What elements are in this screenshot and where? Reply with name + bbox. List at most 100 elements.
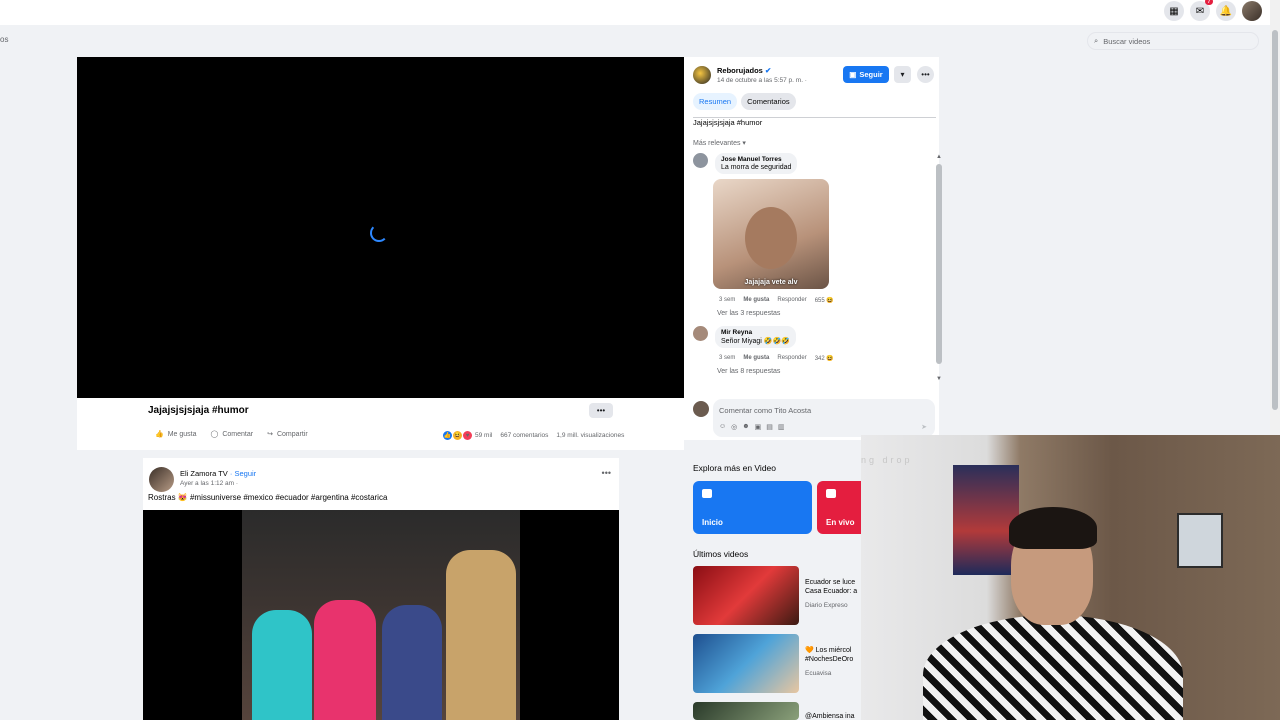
commenter-avatar[interactable] [693,326,708,341]
comment-input[interactable]: Comentar como Tito Acosta ☺ ◎ ☻ ▣ ▤ ▥ ➤ [713,399,935,437]
comments-scrollbar[interactable]: ▲ ▼ [936,154,942,386]
comment-reply-link[interactable]: Responder [777,297,806,304]
author-name[interactable]: Eli Zamora TV [180,469,228,478]
comment-time: 3 sem [719,297,736,303]
post-more-button[interactable]: ••• [589,403,613,418]
video-thumbnail [693,566,799,625]
scroll-down-icon[interactable]: ▼ [936,376,942,382]
gif-icon[interactable]: ▤ [766,423,773,431]
comment-time: 3 sem [719,355,736,361]
comment-reply-link[interactable]: Responder [777,355,806,362]
haha-reaction-icon: 😆 [453,431,462,440]
follow-button[interactable]: ▣ Seguir [843,66,889,83]
video-thumbnail [693,634,799,693]
search-input[interactable]: ⌕ Buscar videos [1087,32,1259,50]
more-icon[interactable]: ••• [602,468,611,478]
comment-placeholder: Comentar como Tito Acosta [719,406,812,415]
camera-icon[interactable]: ▣ [755,423,762,431]
sticker-icon[interactable]: ☺ [719,423,726,431]
composer-tools: ☺ ◎ ☻ ▣ ▤ ▥ [719,423,785,431]
commenter-avatar[interactable] [693,153,708,168]
verified-badge-icon: ✔ [764,66,772,75]
profile-avatar[interactable] [1242,1,1262,21]
video-title-line: #NochesDeOro [805,656,854,663]
post-photo [242,510,520,720]
messenger-icon[interactable]: ✉ 7 [1190,0,1213,21]
post-date[interactable]: 14 de octubre a las 5:57 p. m. · [717,77,807,84]
reaction-summary[interactable]: 👍 😆 ♥ 59 mil [443,431,492,440]
video-player[interactable] [77,57,684,398]
post-media[interactable] [143,510,619,720]
view-replies-link[interactable]: Ver las 8 respuestas [717,368,780,375]
comment-author[interactable]: Mir Reyna [721,329,790,336]
home-tile-label: Inicio [702,518,723,527]
post-stats: 👍 😆 ♥ 59 mil 667 comentarios 1,9 mill. v… [443,431,624,440]
save-button[interactable]: ▾ [894,66,911,83]
video-source: Diario Expreso [805,602,848,609]
follow-link[interactable]: · Seguir [230,469,256,478]
more-icon: ••• [596,406,606,415]
video-thumbnail [693,702,799,720]
reaction-count: 342 [814,356,825,362]
webcam-wall-text: ng drop [861,455,913,465]
wall-sign [1177,513,1223,568]
comment-author[interactable]: Jose Manuel Torres [721,156,791,163]
comment-image[interactable]: Jajajaja vete alv [713,179,829,289]
share-button[interactable]: ↪ Compartir [267,430,308,439]
notification-badge: 7 [1205,0,1213,5]
author-avatar[interactable] [149,467,174,492]
person-shirt [923,615,1183,720]
scroll-up-icon[interactable]: ▲ [936,154,942,160]
post-caption: Rostras 😻 #missuniverse #mexico #ecuador… [148,493,388,502]
comment-button[interactable]: ◯ Comentar [210,430,254,439]
menu-grid-icon[interactable]: ▦ [1164,1,1184,21]
video-title: @Ambiensa ina [805,713,855,720]
page-avatar[interactable] [693,66,711,84]
search-icon: ⌕ [1094,36,1099,45]
comment-reactions[interactable]: 655 😆 [815,297,834,304]
post-date[interactable]: Ayer a las 1:12 am · [180,480,238,487]
comment-bubble: Jose Manuel Torres La morra de seguridad [715,153,798,174]
tab-resumen[interactable]: Resumen [693,93,738,110]
video-title: Ecuador se luce Casa Ecuador: a [805,578,861,596]
reaction-count: 59 mil [475,432,493,439]
laugh-icon: 😆 [826,298,834,304]
page-header: Reborujados ✔ 14 de octubre a las 5:57 p… [693,66,807,84]
more-options-button[interactable]: ••• [917,66,934,83]
live-tile[interactable]: En vivo [817,481,861,534]
love-reaction-icon: ♥ [463,431,472,440]
comment-like-link[interactable]: Me gusta [743,355,769,362]
comment-bubble: Mir Reyna Señor Miyagi 🤣🤣🤣 [715,326,796,348]
thumbs-up-icon: 👍 [155,431,164,438]
truncated-nav-label[interactable]: os [0,35,8,44]
comment-reactions[interactable]: 342 😆 [815,355,834,362]
comment-like-link[interactable]: Me gusta [743,297,769,304]
video-source: Ecuavisa [805,670,832,677]
home-tile[interactable]: Inicio [693,481,812,534]
explore-title: Explora más en Video [693,463,777,473]
comment-text: La morra de seguridad [721,164,792,171]
person-hair [1009,507,1097,549]
like-reaction-icon: 👍 [443,431,452,440]
emoji-icon[interactable]: ☻ [742,423,749,431]
bell-icon[interactable]: 🔔 [1216,1,1236,21]
share-icon: ↪ [267,431,273,438]
avatar-sticker-icon[interactable]: ◎ [731,423,737,431]
feed-post: Eli Zamora TV · Seguir Ayer a las 1:12 a… [143,458,619,720]
comments-count[interactable]: 667 comentarios [500,432,548,439]
live-video-icon [826,489,836,498]
video-title: 🧡 Los miércol #NochesDeOro [805,646,861,664]
scrollbar-thumb[interactable] [1272,30,1278,410]
tab-comentarios[interactable]: Comentarios [741,93,796,110]
comment-sort-dropdown[interactable]: Más relevantes ▾ [693,139,746,147]
send-icon[interactable]: ➤ [921,423,927,431]
post-title: Jajajsjsjsjaja #humor [148,405,249,416]
page-name[interactable]: Reborujados [717,66,763,75]
sticker-pack-icon[interactable]: ▥ [778,423,785,431]
comment-icon: ◯ [210,431,219,438]
follow-button-label: Seguir [859,70,883,79]
comments-scroll-thumb[interactable] [936,164,942,364]
view-replies-link[interactable]: Ver las 3 respuestas [717,310,780,317]
top-navigation-bar: ▦ ✉ 7 🔔 [0,0,1280,25]
like-button[interactable]: 👍 Me gusta [155,430,197,439]
